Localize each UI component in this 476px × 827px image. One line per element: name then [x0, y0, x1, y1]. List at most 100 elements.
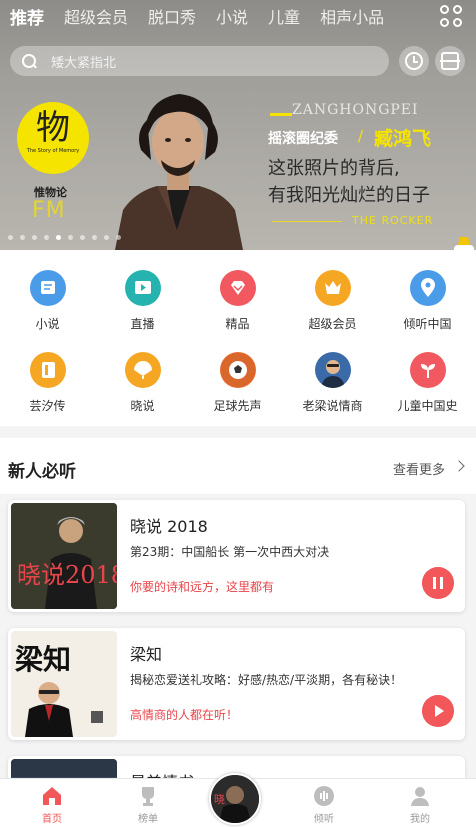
entry-label: 老梁说情商: [302, 399, 363, 413]
card-title: 梁知: [130, 645, 163, 664]
search-placeholder: 矮大紧指北: [51, 55, 117, 71]
carousel-dot[interactable]: [116, 235, 121, 240]
nav-label: 榜单: [138, 814, 158, 825]
entry-label: 超级会员: [308, 317, 357, 331]
entry-label: 晓说: [130, 399, 155, 413]
trophy-icon: [142, 787, 154, 806]
logo-character: 物: [36, 108, 70, 148]
clock-icon: [405, 52, 423, 70]
carousel-dot[interactable]: [68, 235, 73, 240]
tab-talk-show[interactable]: 脱口秀: [148, 4, 196, 28]
diamond-icon: [219, 270, 256, 306]
album-cover: 晓说2018: [11, 503, 117, 609]
scan-button[interactable]: [435, 46, 465, 76]
tab-novel[interactable]: 小说: [216, 4, 248, 28]
banner-tagline: 摇滚圈纪委: [268, 131, 338, 147]
play-button[interactable]: [422, 695, 454, 727]
card-description: 揭秘恋爱送礼攻略：好感/热恋/平淡期，各有秘诀！: [130, 673, 403, 687]
carousel-dot[interactable]: [44, 235, 49, 240]
card-title: 晓说 2018: [130, 517, 208, 536]
entry-premium[interactable]: 精品: [190, 270, 285, 332]
nav-label: 我的: [410, 814, 430, 825]
now-playing-button[interactable]: 晓: [209, 773, 261, 825]
entry-football[interactable]: 足球先声: [190, 352, 285, 414]
nav-label: 倾听: [314, 814, 334, 825]
fm-label: FM: [32, 198, 66, 223]
entry-label: 小说: [35, 317, 60, 331]
entry-laoliang[interactable]: 老梁说情商: [285, 352, 380, 414]
see-more-link[interactable]: 查看更多: [393, 459, 445, 478]
bottom-nav: 首页 榜单 晓 倾听 我的: [0, 773, 476, 827]
cover-text: 梁知: [14, 643, 71, 676]
nav-mine[interactable]: 我的: [380, 779, 460, 827]
banner-deco-line: [270, 113, 292, 116]
crown-icon: [314, 270, 351, 306]
entry-kids-history[interactable]: 儿童中国史: [380, 352, 475, 414]
chevron-right-icon[interactable]: [453, 460, 465, 472]
svg-text:晓: 晓: [214, 793, 225, 806]
app-screen: 推荐 超级会员 脱口秀 小说 儿童 相声小品 矮大紧指北 物 The Story…: [0, 0, 476, 827]
banner-english-name: ZANGHONGPEI: [292, 102, 419, 118]
entry-live[interactable]: 直播: [95, 270, 190, 332]
tab-crosstalk[interactable]: 相声小品: [320, 4, 384, 28]
entry-novel[interactable]: 小说: [0, 270, 95, 332]
history-button[interactable]: [399, 46, 429, 76]
cover-text: 晓说2018: [17, 561, 117, 589]
banner-carousel[interactable]: 物 The Story of Memory 惟物论 FM ZANGHONGPEI…: [0, 80, 476, 250]
entry-label: 足球先声: [213, 399, 262, 413]
entry-label: 儿童中国史: [397, 399, 458, 413]
carousel-dot[interactable]: [8, 235, 13, 240]
carousel-dot[interactable]: [92, 235, 97, 240]
quick-entry-grid: 小说 直播 精品 超级会员 倾听中国 芸汐传 晓说 足球先声 老梁说情商 儿童中…: [0, 250, 476, 426]
football-icon: [219, 352, 256, 388]
search-icon: [22, 53, 37, 69]
banner-headline-2: 有我阳光灿烂的日子: [268, 185, 430, 206]
audio-wave-icon: [314, 786, 334, 806]
entry-label: 倾听中国: [403, 317, 452, 331]
entry-label: 精品: [225, 317, 250, 331]
entry-xiaoshuo[interactable]: 晓说: [95, 352, 190, 414]
entry-yunxi[interactable]: 芸汐传: [0, 352, 95, 414]
entry-label: 芸汐传: [29, 399, 66, 413]
category-tabs: 推荐 超级会员 脱口秀 小说 儿童 相声小品: [0, 0, 476, 32]
carousel-dot[interactable]: [80, 235, 85, 240]
person-icon: [411, 787, 429, 806]
scan-icon: [440, 52, 460, 70]
carousel-dot[interactable]: [104, 235, 109, 240]
host-portrait: [115, 94, 243, 250]
entry-listen-china[interactable]: 倾听中国: [380, 270, 475, 332]
banner-headline-1: 这张照片的背后,: [268, 158, 400, 179]
album-cover: 梁知: [11, 631, 117, 737]
tab-super-vip[interactable]: 超级会员: [64, 4, 128, 28]
logo-subtitle: The Story of Memory: [26, 148, 80, 154]
tab-children[interactable]: 儿童: [268, 4, 300, 28]
document-icon: [29, 352, 66, 388]
program-logo: 物 The Story of Memory: [17, 102, 89, 174]
location-pin-icon: [409, 270, 446, 306]
nav-home[interactable]: 首页: [12, 779, 92, 827]
nav-listen[interactable]: 倾听: [284, 779, 364, 827]
carousel-dot[interactable]: [20, 235, 25, 240]
mascot-icon[interactable]: [452, 235, 476, 250]
banner-slash: /: [358, 127, 364, 145]
album-card[interactable]: 晓说2018 晓说 2018 第23期：中国船长 第一次中西大对决 你要的诗和远…: [8, 500, 465, 612]
entry-label: 直播: [130, 317, 155, 331]
entry-super-vip[interactable]: 超级会员: [285, 270, 380, 332]
carousel-dot[interactable]: [32, 235, 37, 240]
card-description: 第23期：中国船长 第一次中西大对决: [130, 545, 330, 559]
category-grid-icon[interactable]: [440, 5, 464, 29]
fan-icon: [124, 352, 161, 388]
nav-label: 首页: [42, 814, 62, 825]
now-playing-icon: 晓: [211, 775, 259, 823]
banner-guest-name: 臧鸿飞: [374, 128, 432, 150]
album-card[interactable]: 梁知 梁知 揭秘恋爱送礼攻略：好感/热恋/平淡期，各有秘诀！ 高情商的人都在听！: [8, 628, 465, 740]
live-play-icon: [124, 270, 161, 306]
newcomer-section: 新人必听 查看更多 晓说2018 晓说 2018 第23期：中国船长 第一次中西…: [0, 438, 476, 827]
nav-charts[interactable]: 榜单: [108, 779, 188, 827]
section-header: 新人必听 查看更多: [0, 438, 476, 494]
carousel-dot[interactable]: [56, 235, 61, 240]
search-bar[interactable]: 矮大紧指北: [10, 46, 389, 76]
tab-recommend[interactable]: 推荐: [10, 4, 44, 29]
sprout-icon: [409, 352, 446, 388]
pause-button[interactable]: [422, 567, 454, 599]
